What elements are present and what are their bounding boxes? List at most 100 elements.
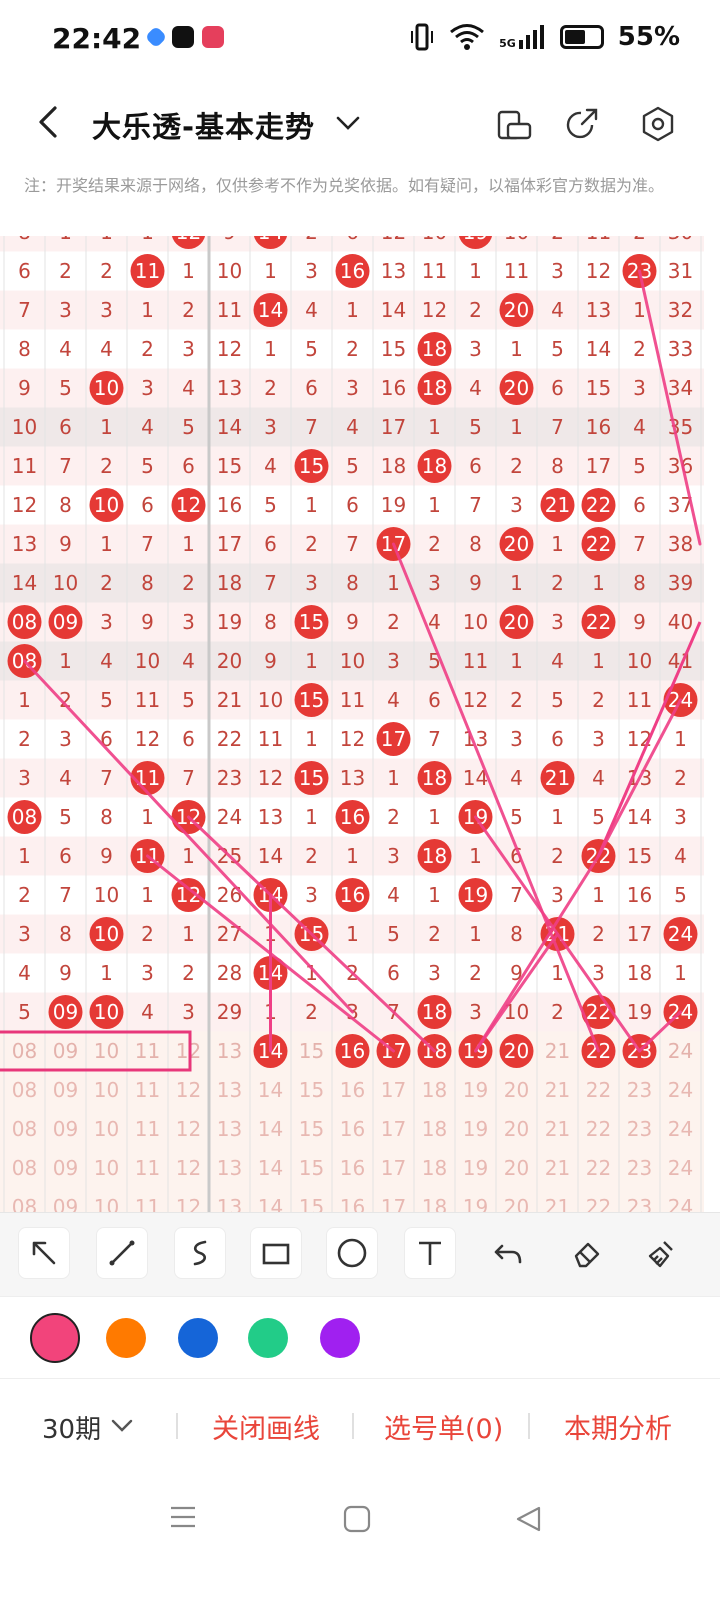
placeholder-number: 23 [627,1117,652,1141]
chevron-down-icon[interactable] [333,108,363,138]
circle-tool-button[interactable] [326,1227,378,1279]
back-icon[interactable] [514,1504,544,1534]
trend-chart-svg[interactable]: 8111129142612101910211230622111101316131… [0,236,704,1212]
placeholder-number: 22 [586,1078,611,1102]
close-lines-button[interactable]: 关闭画线 [212,1407,320,1446]
cell-value: 6 [551,376,564,400]
placeholder-number: 12 [176,1195,201,1212]
cell-value: 5 [674,883,687,907]
cell-value: 2 [428,532,441,556]
cell-value: 2 [100,571,113,595]
ball-number: 15 [299,688,324,712]
placeholder-number: 08 [12,1195,37,1212]
curve-tool-button[interactable] [174,1227,226,1279]
cell-value: 5 [633,454,646,478]
share-icon[interactable] [562,104,602,144]
cell-value: 8 [346,571,359,595]
circle-icon [337,1238,367,1268]
home-icon[interactable] [342,1504,372,1534]
undo-button[interactable] [482,1227,534,1279]
cell-value: 8 [59,922,72,946]
cell-value: 3 [141,961,154,985]
cell-value: 2 [633,236,646,244]
eraser-button[interactable] [560,1227,612,1279]
cell-value: 2 [141,922,154,946]
arrow-icon [32,1241,56,1265]
menu-icon[interactable] [168,1502,198,1532]
battery-icon [559,25,604,49]
cell-value: 7 [510,883,523,907]
cell-value: 8 [633,571,646,595]
placeholder-number: 13 [217,1117,242,1141]
cell-value: 9 [59,961,72,985]
cell-value: 38 [668,532,693,556]
rotate-screen-icon[interactable] [494,104,534,144]
cell-value: 1 [592,649,605,673]
ball-number: 20 [504,298,529,322]
eraser-icon [574,1242,600,1268]
cell-value: 3 [387,649,400,673]
cell-value: 4 [100,649,113,673]
status-right: 5G 55% [409,22,680,52]
placeholder-number: 11 [135,1117,160,1141]
cell-value: 2 [428,922,441,946]
cell-value: 5 [18,1000,31,1024]
cell-value: 21 [217,688,242,712]
cell-value: 2 [18,727,31,751]
cell-value: 3 [510,493,523,517]
cell-value: 4 [674,844,687,868]
cell-value: 8 [141,571,154,595]
cell-value: 10 [12,415,37,439]
back-arrow-icon[interactable] [30,102,70,142]
placeholder-number: 19 [463,1195,488,1212]
cell-value: 12 [135,727,160,751]
cell-value: 1 [428,493,441,517]
cell-value: 4 [469,376,482,400]
ball-number: 11 [135,766,160,790]
period-analysis-button[interactable]: 本期分析 [564,1407,672,1446]
cell-value: 9 [264,649,277,673]
cell-value: 2 [510,454,523,478]
cell-value: 1 [674,961,687,985]
ball-number: 17 [381,727,406,751]
cell-value: 23 [217,766,242,790]
cell-value: 6 [59,415,72,439]
page-title[interactable]: 大乐透-基本走势 [92,104,315,146]
divider [352,1413,354,1439]
cell-value: 1 [18,844,31,868]
cell-value: 7 [100,766,113,790]
cell-value: 1 [305,493,318,517]
cell-value: 6 [59,844,72,868]
settings-icon[interactable] [638,104,678,144]
chevron-down-icon[interactable] [108,1411,136,1439]
cell-value: 1 [469,844,482,868]
cell-value: 8 [59,493,72,517]
cell-value: 3 [100,610,113,634]
cell-value: 4 [141,1000,154,1024]
color-swatch-pink[interactable] [30,1313,80,1363]
cell-value: 1 [551,805,564,829]
rectangle-tool-button[interactable] [250,1227,302,1279]
notification-icons [144,25,224,49]
color-swatch-green[interactable] [248,1318,288,1358]
trend-chart[interactable]: 8111129142612101910211230622111101316131… [0,236,704,1212]
text-tool-button[interactable] [404,1227,456,1279]
clear-all-button[interactable] [636,1227,688,1279]
line-tool-button[interactable] [96,1227,148,1279]
cell-value: 4 [633,415,646,439]
color-swatch-purple[interactable] [320,1318,360,1358]
arrow-tool-button[interactable] [18,1227,70,1279]
color-swatch-blue[interactable] [178,1318,218,1358]
period-selector[interactable]: 30期 [42,1409,101,1446]
cell-value: 3 [264,415,277,439]
cell-value: 9 [100,844,113,868]
cell-value: 5 [346,454,359,478]
cell-value: 5 [469,415,482,439]
selection-list-button[interactable]: 选号单(0) [384,1407,503,1446]
placeholder-number: 21 [545,1078,570,1102]
placeholder-number: 20 [504,1195,529,1212]
cell-value: 13 [217,376,242,400]
cell-value: 7 [346,532,359,556]
color-swatch-orange[interactable] [106,1318,146,1358]
cell-value: 17 [586,454,611,478]
